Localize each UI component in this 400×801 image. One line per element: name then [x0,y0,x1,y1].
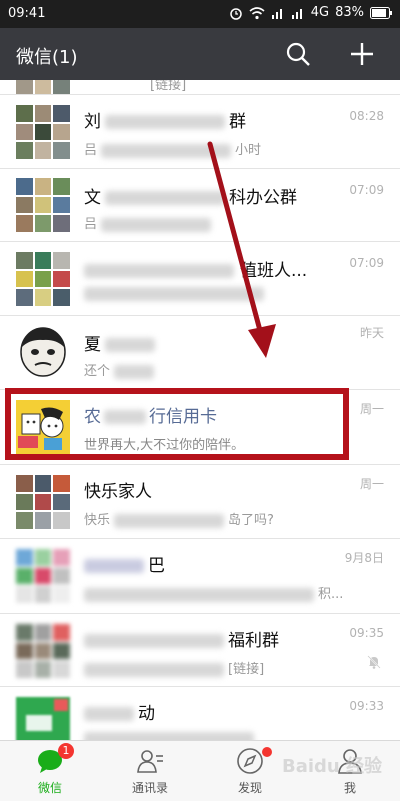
tab-label: 我 [343,781,356,795]
face-avatar-icon [20,327,66,377]
chat-time: 08:28 [349,109,384,123]
signal-icon-2 [291,8,302,19]
app-header: 微信(1) [0,28,400,80]
tab-label: 通讯录 [131,781,168,795]
chat-item[interactable]: [链接] [0,80,400,95]
battery-percent: 83% [335,5,364,20]
status-bar: 09:41 4G 83% [0,0,400,28]
chat-item[interactable]: 夏 还个 昨天 [0,316,400,390]
chat-item[interactable]: 动 09:33 [0,687,400,740]
chat-time: 09:33 [349,699,384,713]
tab-discover[interactable]: 发现 [200,741,300,801]
avatar [16,475,70,529]
wifi-icon [249,6,265,19]
chat-name: 值班人... [84,256,307,281]
avatar [16,697,70,740]
tab-label: 发现 [237,781,262,795]
chat-preview: [链接] [84,658,264,677]
chat-name: 刘群 [84,112,246,132]
alarm-icon [229,7,242,20]
chat-preview [84,286,264,301]
battery-icon [370,6,392,19]
avatar [16,105,70,159]
couple-avatar-icon [16,400,70,454]
search-icon[interactable] [284,40,312,68]
chat-preview: 吕 [84,213,215,232]
chat-preview: 积... [84,583,343,602]
chat-preview: 吕小时 [84,143,262,158]
chat-time: 09:35 [349,626,384,640]
chat-preview: [链接] [150,80,187,93]
avatar [16,178,70,232]
chat-item[interactable]: 文科办公群 吕 07:09 [0,169,400,242]
network-type: 4G [310,5,330,20]
tab-contacts[interactable]: 通讯录 [100,741,200,801]
chat-list[interactable]: [链接] 刘群 吕小时 08:28 文科办公群 吕 07:09 值班人... 0… [0,80,400,740]
chat-time: 昨天 [359,326,384,340]
page-title: 微信(1) [16,47,78,68]
chat-name: 快乐家人 [84,482,152,502]
chat-preview [84,731,254,740]
avatar [16,549,70,603]
chat-item[interactable]: 福利群 [链接] 09:35 [0,614,400,687]
mute-bell-icon [367,655,381,669]
green-avatar-icon [16,697,70,740]
unread-badge: 1 [58,743,74,759]
avatar [16,252,70,306]
chat-name: 农行信用卡 [84,407,217,427]
chat-item[interactable]: 巴 积... 9月8日 [0,539,400,614]
chat-item[interactable]: 值班人... 07:09 [0,242,400,316]
status-icons: 4G 83% [229,5,392,20]
chat-name: 夏 [84,330,155,355]
chat-time: 周一 [359,402,384,416]
chat-name: 巴 [84,551,165,576]
chat-item-credit-card[interactable]: 农行信用卡 世界再大,大不过你的陪伴。 周一 [0,390,400,465]
avatar [16,325,70,379]
tab-chats[interactable]: 1 微信 [0,741,100,801]
compass-icon [237,748,263,774]
chat-preview: 快乐 岛了吗? [84,513,274,528]
chat-time: 07:09 [349,183,384,197]
chat-preview: 还个 [84,360,155,379]
person-icon [338,749,362,774]
chat-item[interactable]: 刘群 吕小时 08:28 [0,95,400,169]
signal-icon [271,8,282,19]
status-time: 09:41 [8,6,46,21]
avatar [16,80,70,94]
new-dot-badge [262,747,272,757]
chat-time: 周一 [359,477,384,491]
chat-preview: 世界再大,大不过你的陪伴。 [84,438,245,453]
tab-label: 微信 [37,781,62,795]
plus-icon[interactable] [348,40,376,68]
avatar [16,624,70,678]
tab-bar: 1 微信 通讯录 发现 我 [0,740,400,801]
chat-name: 文科办公群 [84,188,297,208]
chat-time: 9月8日 [344,551,384,565]
tab-me[interactable]: 我 [300,741,400,801]
contacts-icon [137,750,163,773]
chat-item[interactable]: 快乐家人 快乐 岛了吗? 周一 [0,465,400,539]
chat-name: 动 [84,699,155,724]
chat-name: 福利群 [84,626,279,651]
chat-time: 07:09 [349,256,384,270]
avatar [16,400,70,454]
